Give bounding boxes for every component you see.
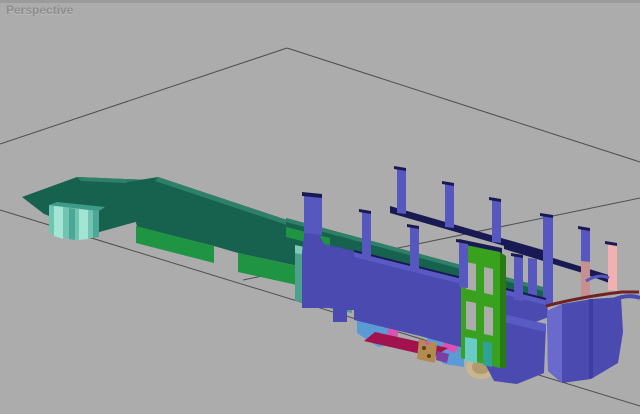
bumper-block[interactable] <box>49 202 105 240</box>
pink-post <box>608 243 617 291</box>
bumper-shade-1 <box>69 208 75 240</box>
far-post-1 <box>397 168 406 214</box>
bolt-1 <box>422 346 426 350</box>
near-post-5 <box>514 255 523 301</box>
near-post-2 <box>362 211 371 259</box>
bumper-highlight-2 <box>79 209 88 240</box>
bumper-shade-2 <box>93 210 99 238</box>
far-post-small <box>528 258 537 297</box>
near-post-front <box>304 194 322 235</box>
tail-panel-seam <box>589 299 593 378</box>
near-post-4 <box>459 241 468 288</box>
ladder-recess-teal <box>483 341 492 367</box>
tail-blue-arc-2 <box>611 296 640 301</box>
ladder-hole-4 <box>484 306 493 336</box>
far-post-3 <box>492 199 501 243</box>
grid-line-far-left <box>0 48 287 144</box>
grid-line-far-right <box>287 48 640 162</box>
ladder-hole-3 <box>466 301 476 331</box>
ladder-side <box>500 252 506 368</box>
window-top-edge <box>0 0 640 3</box>
bolt-3 <box>425 341 429 345</box>
bolt-2 <box>427 354 431 358</box>
far-post-2 <box>445 183 454 228</box>
scene-canvas[interactable] <box>0 0 640 414</box>
near-post-3 <box>410 226 419 272</box>
far-post-5-upper <box>581 228 590 262</box>
3d-viewport[interactable]: Perspective <box>0 0 640 414</box>
viewport-label: Perspective <box>6 3 73 17</box>
ladder-hole-2 <box>484 267 493 295</box>
far-post-4 <box>543 215 553 306</box>
tail-panel-corner <box>547 304 562 383</box>
bumper-highlight-1 <box>54 206 63 239</box>
ladder-recess-cyan <box>465 337 477 363</box>
